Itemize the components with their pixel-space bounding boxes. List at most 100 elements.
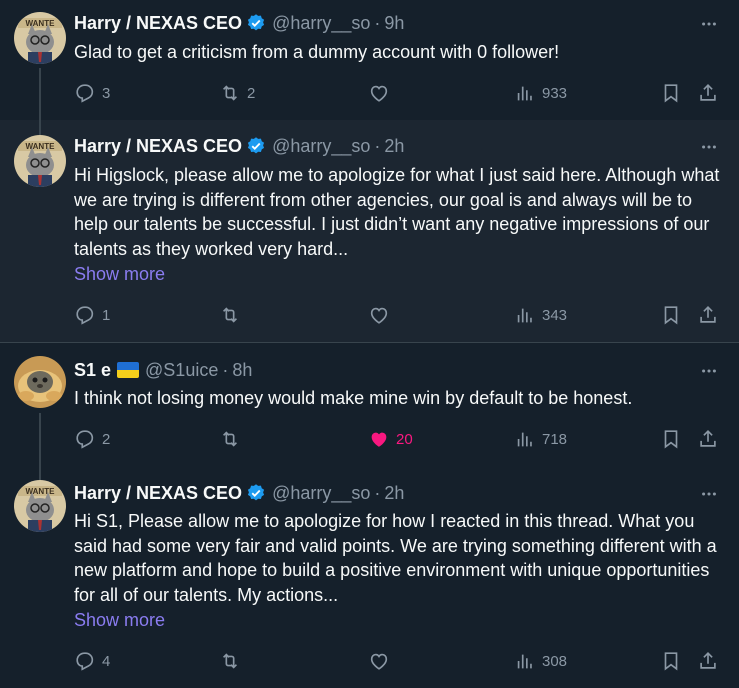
retweet-count: 2 [247, 84, 256, 102]
avatar-badge-text: WANTE [26, 19, 56, 28]
reply-count: 1 [102, 306, 111, 324]
tweet-text: Hi Higslock, please allow me to apologiz… [74, 165, 720, 259]
views-button[interactable]: 933 [514, 81, 567, 105]
reply-button[interactable]: 2 [74, 427, 110, 451]
handle[interactable]: @harry__so [272, 136, 370, 157]
avatar[interactable] [14, 356, 66, 408]
bookmark-icon [664, 84, 678, 103]
handle[interactable]: @S1uice [145, 360, 218, 381]
tweet-2[interactable]: WANTE Harry / NEXAS CEO @harry__so · 2h … [0, 120, 739, 342]
reply-count: 4 [102, 652, 111, 670]
timestamp[interactable]: 2h [384, 483, 404, 504]
reply-icon [76, 430, 94, 449]
share-button[interactable] [697, 427, 719, 451]
avatar[interactable]: WANTE [14, 135, 66, 187]
bookmark-icon [664, 652, 678, 671]
reply-count: 3 [102, 84, 111, 102]
handle[interactable]: @harry__so [272, 13, 370, 34]
retweet-icon [222, 85, 238, 101]
action-bar: 1 343 [74, 303, 724, 327]
action-bar: 2 20 718 [74, 427, 724, 451]
thread-line [39, 68, 41, 120]
avatar-badge-text: WANTE [26, 142, 56, 151]
reply-button[interactable]: 3 [74, 81, 110, 105]
separator-dot: · [374, 135, 381, 156]
like-icon [371, 432, 387, 447]
bookmark-icon [664, 306, 678, 325]
views-button[interactable]: 343 [514, 303, 567, 327]
views-icon [517, 654, 532, 669]
like-button[interactable] [368, 81, 396, 105]
verified-icon [246, 136, 266, 156]
retweet-icon [222, 307, 238, 323]
bookmark-button[interactable] [660, 649, 682, 673]
action-bar: 3 2 933 [74, 81, 724, 105]
show-more-link[interactable]: Show more [74, 610, 165, 631]
handle[interactable]: @harry__so [272, 483, 370, 504]
verified-icon [246, 483, 266, 503]
share-icon [700, 306, 716, 323]
ukraine-flag-icon [117, 362, 140, 378]
bookmark-button[interactable] [660, 81, 682, 105]
reply-icon [76, 652, 94, 671]
views-button[interactable]: 718 [514, 427, 567, 451]
verified-icon [246, 13, 266, 33]
display-name[interactable]: Harry / NEXAS CEO [74, 136, 242, 157]
retweet-icon [222, 653, 238, 669]
tweet-4[interactable]: WANTE Harry / NEXAS CEO @harry__so · 2h … [0, 466, 739, 688]
tweet-header: Harry / NEXAS CEO @harry__so · 2h [74, 134, 404, 158]
more-icon[interactable] [699, 484, 719, 504]
share-button[interactable] [697, 303, 719, 327]
like-button[interactable] [368, 303, 396, 327]
reply-button[interactable]: 4 [74, 649, 110, 673]
display-name[interactable]: Harry / NEXAS CEO [74, 13, 242, 34]
tweet-3[interactable]: S1 e @S1uice · 8h I think not losing mon… [0, 343, 739, 466]
avatar[interactable]: WANTE [14, 12, 66, 64]
views-icon [517, 432, 532, 447]
action-bar: 4 308 [74, 649, 724, 673]
bookmark-icon [664, 430, 678, 449]
retweet-button[interactable] [219, 427, 247, 451]
bookmark-button[interactable] [660, 303, 682, 327]
reply-button[interactable]: 1 [74, 303, 110, 327]
more-icon[interactable] [699, 361, 719, 381]
like-icon [370, 653, 388, 670]
tweet-header: S1 e @S1uice · 8h [74, 358, 252, 382]
tweet-text: Hi S1, Please allow me to apologize for … [74, 511, 717, 605]
share-icon [700, 430, 716, 447]
timestamp[interactable]: 9h [384, 13, 404, 34]
share-button[interactable] [697, 81, 719, 105]
retweet-button[interactable]: 2 [219, 81, 255, 105]
like-button[interactable] [368, 649, 396, 673]
avatar[interactable]: WANTE [14, 480, 66, 532]
like-count: 20 [396, 430, 413, 448]
like-icon [370, 85, 388, 102]
avatar-badge-text: WANTE [26, 487, 56, 496]
views-button[interactable]: 308 [514, 649, 567, 673]
separator-dot: · [374, 12, 381, 33]
views-icon [517, 308, 532, 323]
thread-line [39, 466, 41, 480]
tweet-header: Harry / NEXAS CEO @harry__so · 9h [74, 11, 404, 35]
share-button[interactable] [697, 649, 719, 673]
tweet-header: Harry / NEXAS CEO @harry__so · 2h [74, 481, 404, 505]
retweet-button[interactable] [219, 303, 247, 327]
share-icon [700, 84, 716, 101]
separator-dot: · [222, 359, 229, 380]
tweet-1[interactable]: WANTE Harry / NEXAS CEO @harry__so · 9h … [0, 0, 739, 120]
show-more-link[interactable]: Show more [74, 264, 165, 285]
retweet-button[interactable] [219, 649, 247, 673]
separator-dot: · [374, 482, 381, 503]
display-name[interactable]: S1 e [74, 360, 111, 381]
timestamp[interactable]: 2h [384, 136, 404, 157]
tweet-text: I think not losing money would make mine… [74, 388, 633, 408]
display-name[interactable]: Harry / NEXAS CEO [74, 483, 242, 504]
more-icon[interactable] [699, 137, 719, 157]
like-button[interactable]: 20 [368, 427, 413, 451]
reply-icon [76, 84, 94, 103]
more-icon[interactable] [699, 14, 719, 34]
timestamp[interactable]: 8h [232, 360, 252, 381]
thread-line [39, 120, 41, 136]
bookmark-button[interactable] [660, 427, 682, 451]
like-icon [370, 307, 388, 324]
